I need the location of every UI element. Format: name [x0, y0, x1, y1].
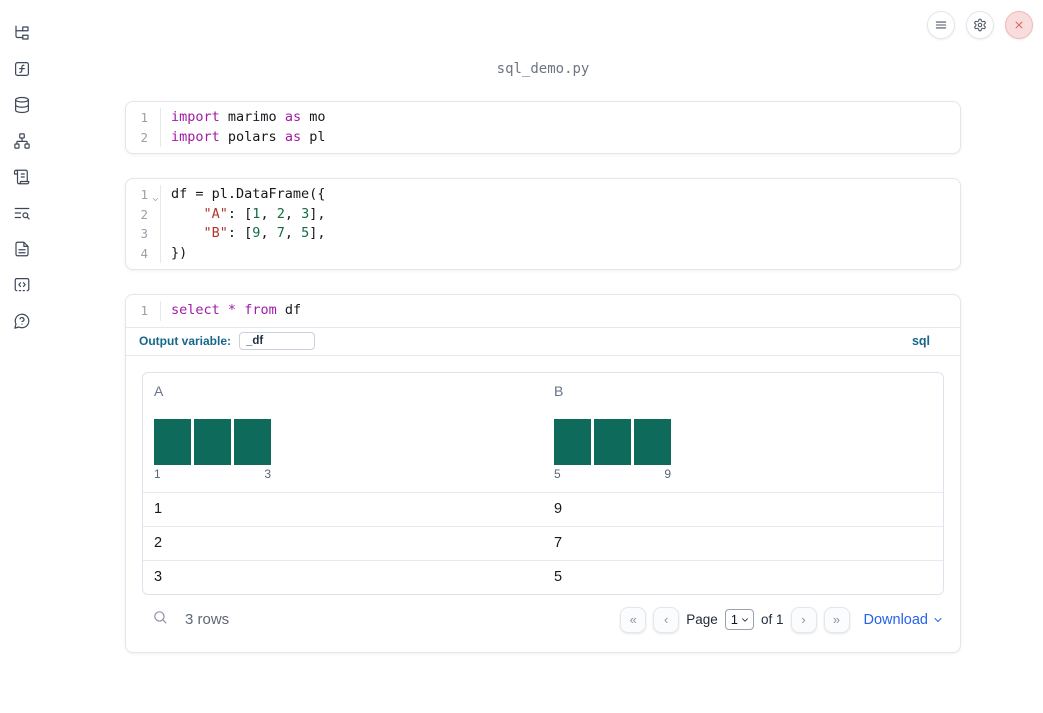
dependency-graph-icon[interactable]	[13, 132, 31, 150]
next-page-button[interactable]: ›	[790, 606, 817, 633]
table-cell: 5	[554, 569, 563, 585]
table-footer: 3 rows « ‹ Page 1 of 1 › » Download	[142, 604, 944, 636]
column-header-b: B 5 9	[543, 373, 943, 492]
file-tree-icon[interactable]	[13, 24, 31, 42]
close-icon	[1015, 21, 1023, 29]
notebook-filename: sql_demo.py	[496, 61, 590, 77]
histogram-bars	[154, 418, 271, 465]
fold-chevron-icon[interactable]	[151, 190, 160, 201]
gear-icon	[974, 18, 986, 32]
line-number-gutter: 1 2 3 4	[126, 185, 160, 263]
line-number: 1	[140, 110, 148, 125]
output-variable-input[interactable]	[239, 332, 316, 350]
notebook-content: sql_demo.py 1 2 import marimo as mo impo…	[125, 0, 961, 653]
hist-min-label: 1	[154, 466, 161, 481]
output-variable-label: Output variable:	[139, 334, 232, 348]
histogram-bar	[554, 418, 591, 465]
dataframe-table: A 1 3 B 5 9 1 9 2 7 3 5	[142, 371, 944, 595]
row-count-label: 3 rows	[185, 611, 230, 628]
table-cell: 2	[154, 535, 163, 551]
code-editor[interactable]: 1 2 3 4 df = pl.DataFrame({ "A": [1, 2, …	[126, 179, 960, 269]
helper-panel-sidebar	[0, 0, 44, 713]
page-select-value: 1	[730, 612, 738, 627]
code-line: "A": [1, 2, 3],	[203, 205, 326, 222]
prev-page-button[interactable]: ‹	[653, 606, 680, 633]
last-page-button[interactable]: »	[823, 606, 850, 633]
download-label: Download	[863, 611, 929, 628]
histogram-ticks: 5 9	[554, 467, 671, 481]
column-histogram: 1 3	[154, 418, 271, 481]
cell-output: A 1 3 B 5 9 1 9 2 7 3 5 3 rows « ‹ Page …	[126, 354, 960, 652]
help-icon[interactable]	[13, 312, 31, 330]
table-row: 2 7	[143, 525, 943, 560]
first-page-icon: «	[629, 612, 637, 627]
hist-max-label: 9	[664, 466, 671, 481]
cell-imports[interactable]: 1 2 import marimo as mo import polars as…	[125, 101, 961, 154]
code-lines: select * from df	[160, 301, 960, 321]
histogram-bar	[634, 418, 671, 465]
page-select[interactable]: 1	[724, 609, 754, 630]
search-icon[interactable]	[152, 609, 169, 631]
table-row: 1 9	[143, 491, 943, 526]
prev-page-icon: ‹	[664, 612, 669, 627]
code-lines: import marimo as mo import polars as pl	[160, 108, 960, 147]
column-histogram: 5 9	[554, 418, 671, 481]
sql-cell-footer: Output variable: sql	[126, 326, 960, 355]
chevron-down-icon	[934, 617, 942, 622]
code-line: })	[171, 244, 188, 261]
code-line: select * from df	[171, 302, 302, 318]
line-number-gutter: 1 2	[126, 108, 160, 147]
code-line: df = pl.DataFrame({	[171, 186, 326, 202]
code-lines: df = pl.DataFrame({ "A": [1, 2, 3], "B":…	[160, 185, 960, 263]
table-cell: 3	[154, 569, 163, 585]
code-line: import polars as pl	[171, 128, 326, 145]
line-number: 1	[140, 303, 148, 318]
histogram-bar	[594, 418, 631, 465]
logs-icon[interactable]	[13, 168, 31, 186]
cell-sql[interactable]: 1 select * from df Output variable: sql …	[125, 294, 961, 653]
language-badge[interactable]: sql	[912, 334, 930, 348]
hist-min-label: 5	[554, 466, 561, 481]
column-header-a: A 1 3	[143, 373, 543, 492]
code-line: import marimo as mo	[171, 109, 326, 125]
line-number-gutter: 1	[126, 301, 160, 321]
table-row: 3 5	[143, 559, 943, 594]
table-cell: 7	[554, 535, 563, 551]
page-of-label: of 1	[760, 612, 784, 627]
line-number: 2	[140, 129, 148, 145]
page-label: Page	[686, 612, 718, 627]
code-editor[interactable]: 1 2 import marimo as mo import polars as…	[126, 102, 960, 153]
first-page-button[interactable]: «	[620, 606, 647, 633]
function-icon[interactable]	[13, 60, 31, 78]
line-number: 4	[140, 245, 148, 261]
snippets-search-icon[interactable]	[13, 204, 31, 222]
chevron-down-icon	[742, 617, 748, 622]
histogram-bar	[194, 418, 231, 465]
histogram-bars	[554, 418, 671, 465]
download-button[interactable]: Download	[864, 612, 945, 628]
table-header-row: A 1 3 B 5 9	[143, 373, 943, 492]
line-number: 3	[140, 226, 148, 241]
histogram-bar	[234, 418, 271, 465]
last-page-icon: »	[832, 612, 841, 627]
line-number: 2	[140, 206, 148, 222]
documentation-icon[interactable]	[13, 240, 31, 258]
line-number: 1	[126, 185, 160, 205]
hist-max-label: 3	[264, 466, 271, 481]
next-page-icon: ›	[801, 612, 806, 627]
column-name[interactable]: A	[154, 383, 163, 399]
code-line: "B": [9, 7, 5],	[203, 225, 326, 241]
shutdown-button[interactable]	[1005, 11, 1033, 39]
table-cell: 1	[154, 501, 163, 517]
database-icon[interactable]	[13, 96, 31, 114]
histogram-bar	[154, 418, 191, 465]
histogram-ticks: 1 3	[154, 467, 271, 481]
cell-dataframe[interactable]: 1 2 3 4 df = pl.DataFrame({ "A": [1, 2, …	[125, 178, 961, 270]
table-cell: 9	[554, 501, 563, 517]
code-editor[interactable]: 1 select * from df	[126, 295, 960, 327]
scratchpad-icon[interactable]	[13, 276, 31, 294]
column-name[interactable]: B	[554, 383, 563, 399]
settings-button[interactable]	[966, 11, 994, 39]
